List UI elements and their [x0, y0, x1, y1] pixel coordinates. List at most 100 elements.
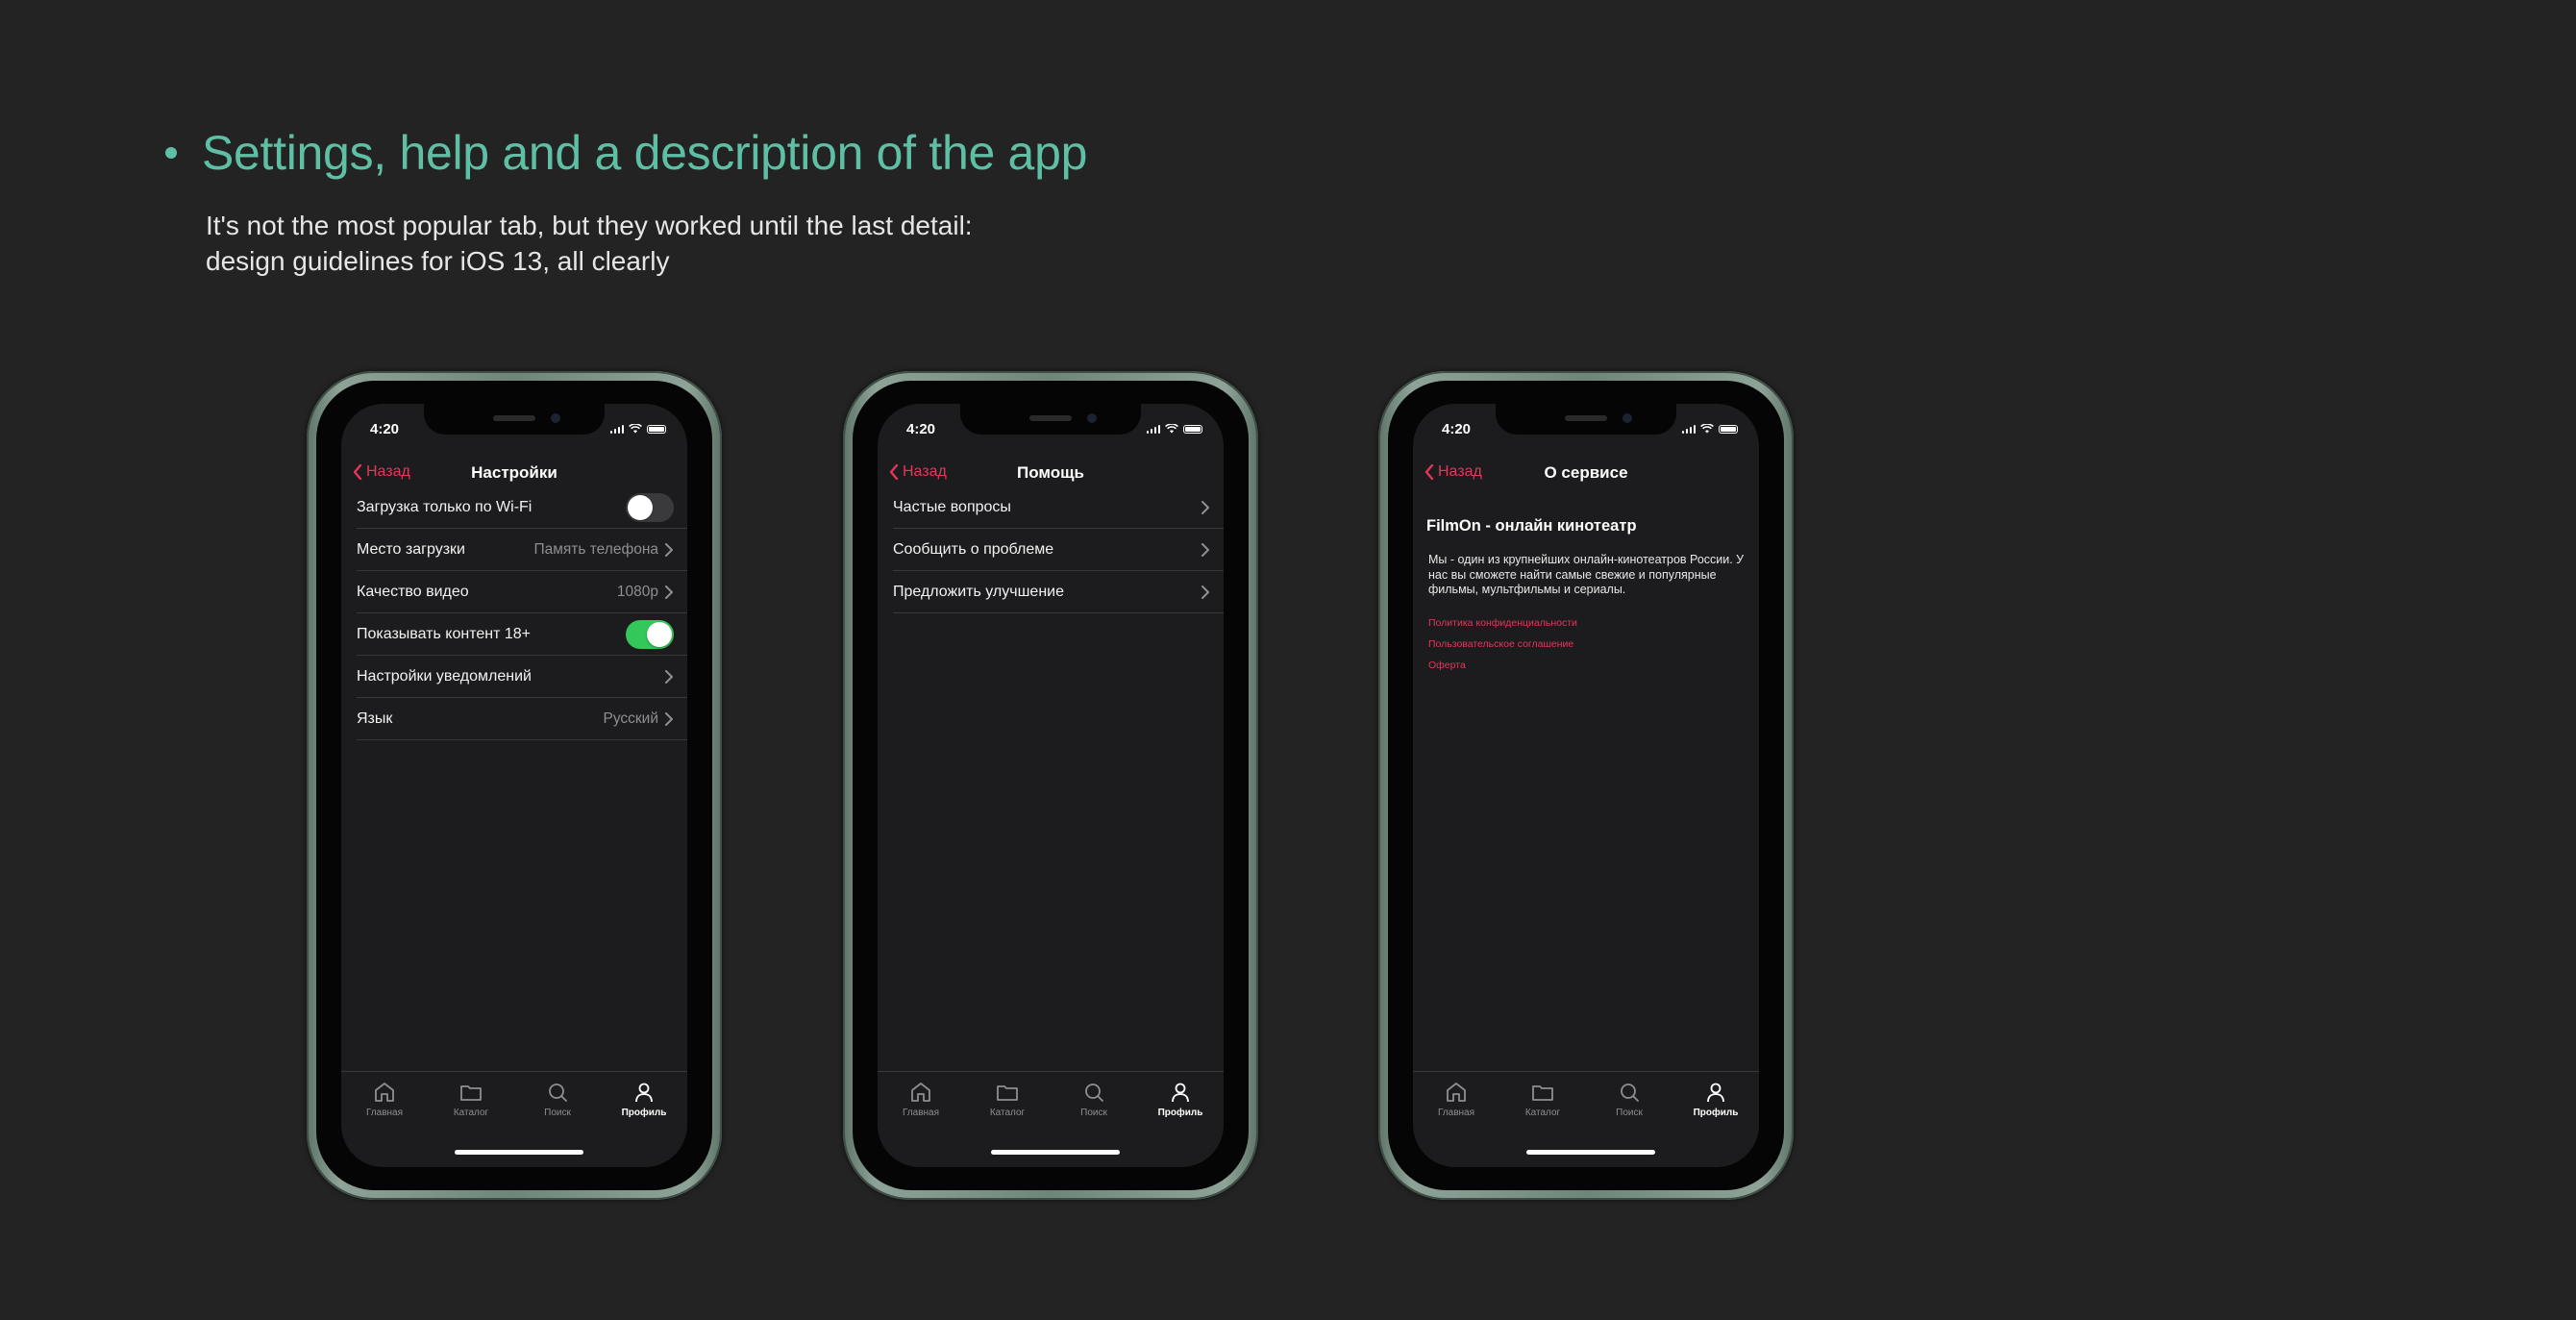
- setting-row-wifi-only[interactable]: Загрузка только по Wi-Fi: [357, 486, 687, 529]
- setting-label: Настройки уведомлений: [357, 667, 532, 685]
- status-icons: [609, 424, 666, 434]
- settings-screen: 4:20 Назад Настройки Загрузка только по …: [341, 404, 687, 1167]
- tab-profile[interactable]: Профиль: [1672, 1072, 1759, 1130]
- help-row-report-problem[interactable]: Сообщить о проблеме: [893, 529, 1224, 571]
- subtitle: It's not the most popular tab, but they …: [206, 208, 973, 279]
- tab-search[interactable]: Поиск: [514, 1072, 601, 1130]
- tab-label: Главная: [365, 1108, 404, 1118]
- tab-label: Профиль: [621, 1108, 667, 1118]
- signal-icon: [609, 425, 624, 434]
- chevron-right-icon: [1201, 585, 1209, 599]
- help-label: Сообщить о проблеме: [893, 540, 1054, 558]
- home-icon: [911, 1083, 930, 1102]
- offer-link[interactable]: Оферта: [1426, 660, 1746, 671]
- tab-label: Главная: [902, 1108, 940, 1118]
- tab-label: Каталог: [453, 1108, 489, 1118]
- status-time: 4:20: [1442, 421, 1472, 437]
- notch: [960, 404, 1141, 435]
- help-screen: 4:20 Назад Помощь Частые вопросы Сообщит…: [878, 404, 1224, 1167]
- page-title: О сервисе: [1544, 463, 1628, 482]
- home-icon: [375, 1083, 394, 1102]
- tab-label: Профиль: [1693, 1108, 1739, 1118]
- chevron-right-icon: [1201, 542, 1209, 557]
- setting-label: Показывать контент 18+: [357, 625, 531, 642]
- tab-catalog[interactable]: Каталог: [1499, 1072, 1586, 1130]
- help-list: Частые вопросы Сообщить о проблеме Предл…: [893, 486, 1224, 613]
- status-time: 4:20: [906, 421, 936, 437]
- adult-content-toggle[interactable]: [626, 619, 674, 649]
- phone-settings: 4:20 Назад Настройки Загрузка только по …: [307, 371, 722, 1200]
- setting-row-adult-content[interactable]: Показывать контент 18+: [357, 613, 687, 656]
- help-label: Частые вопросы: [893, 498, 1011, 515]
- battery-icon: [1719, 425, 1738, 434]
- privacy-policy-link[interactable]: Политика конфиденциальности: [1426, 617, 1746, 629]
- tab-search[interactable]: Поиск: [1586, 1072, 1672, 1130]
- chevron-right-icon: [665, 669, 673, 684]
- subtitle-line: design guidelines for iOS 13, all clearl…: [206, 246, 670, 276]
- folder-icon: [997, 1085, 1018, 1101]
- setting-row-language[interactable]: Язык Русский: [357, 698, 687, 740]
- nav-bar: Назад Настройки: [341, 458, 687, 486]
- battery-icon: [1183, 425, 1202, 434]
- chevron-right-icon: [665, 585, 673, 599]
- subtitle-line: It's not the most popular tab, but they …: [206, 211, 973, 240]
- setting-value: Русский: [603, 710, 658, 727]
- profile-icon: [1707, 1083, 1724, 1103]
- status-icons: [1681, 424, 1738, 434]
- setting-label: Язык: [357, 710, 393, 727]
- chevron-right-icon: [665, 542, 673, 557]
- tab-profile[interactable]: Профиль: [601, 1072, 687, 1130]
- setting-row-video-quality[interactable]: Качество видео 1080p: [357, 571, 687, 613]
- chevron-right-icon: [665, 711, 673, 726]
- tab-home[interactable]: Главная: [341, 1072, 428, 1130]
- setting-row-notifications[interactable]: Настройки уведомлений: [357, 656, 687, 698]
- wifi-icon: [1700, 424, 1714, 434]
- setting-value: Память телефона: [533, 540, 658, 558]
- headline-text: Settings, help and a description of the …: [202, 126, 1088, 180]
- profile-icon: [635, 1083, 653, 1103]
- tab-label: Главная: [1437, 1108, 1475, 1118]
- signal-icon: [1681, 425, 1696, 434]
- nav-bar: Назад Помощь: [878, 458, 1224, 486]
- about-heading: FilmOn - онлайн кинотеатр: [1426, 517, 1637, 535]
- setting-row-download-location[interactable]: Место загрузки Память телефона: [357, 529, 687, 571]
- tab-profile[interactable]: Профиль: [1137, 1072, 1224, 1130]
- page-title: Настройки: [471, 463, 557, 482]
- tab-catalog[interactable]: Каталог: [428, 1072, 514, 1130]
- tab-bar: Главная Каталог Поиск Профиль: [878, 1071, 1224, 1130]
- tab-search[interactable]: Поиск: [1051, 1072, 1137, 1130]
- search-icon: [1621, 1083, 1639, 1102]
- help-row-suggest-improvement[interactable]: Предложить улучшение: [893, 571, 1224, 613]
- phone-bezel: 4:20 Назад Помощь Частые вопросы Сообщит…: [853, 381, 1249, 1190]
- wifi-only-toggle[interactable]: [626, 492, 674, 522]
- tab-label: Поиск: [1616, 1108, 1643, 1118]
- user-agreement-link[interactable]: Пользовательское соглашение: [1426, 638, 1746, 650]
- signal-icon: [1146, 425, 1160, 434]
- setting-label: Качество видео: [357, 583, 469, 600]
- home-indicator: [455, 1150, 583, 1155]
- tab-home[interactable]: Главная: [878, 1072, 964, 1130]
- headline: Settings, help and a description of the …: [165, 125, 1087, 181]
- status-time: 4:20: [370, 421, 400, 437]
- about-content: FilmOn - онлайн кинотеатр Мы - один из к…: [1426, 517, 1746, 681]
- tab-catalog[interactable]: Каталог: [964, 1072, 1051, 1130]
- folder-icon: [1532, 1085, 1553, 1101]
- phone-about: 4:20 Назад О сервисе FilmOn - онлайн кин…: [1378, 371, 1794, 1200]
- setting-label: Загрузка только по Wi-Fi: [357, 498, 533, 515]
- wifi-icon: [629, 424, 642, 434]
- tab-label: Каталог: [989, 1108, 1026, 1118]
- help-row-faq[interactable]: Частые вопросы: [893, 486, 1224, 529]
- about-screen: 4:20 Назад О сервисе FilmOn - онлайн кин…: [1413, 404, 1759, 1167]
- tab-label: Профиль: [1157, 1108, 1203, 1118]
- nav-bar: Назад О сервисе: [1413, 458, 1759, 486]
- tab-home[interactable]: Главная: [1413, 1072, 1499, 1130]
- notch: [424, 404, 605, 435]
- home-icon: [1447, 1083, 1466, 1102]
- phone-help: 4:20 Назад Помощь Частые вопросы Сообщит…: [843, 371, 1258, 1200]
- home-indicator: [991, 1150, 1120, 1155]
- help-label: Предложить улучшение: [893, 583, 1064, 600]
- settings-list: Загрузка только по Wi-Fi Место загрузки …: [357, 486, 687, 740]
- search-icon: [1085, 1083, 1103, 1102]
- battery-icon: [647, 425, 666, 434]
- phone-bezel: 4:20 Назад О сервисе FilmOn - онлайн кин…: [1388, 381, 1784, 1190]
